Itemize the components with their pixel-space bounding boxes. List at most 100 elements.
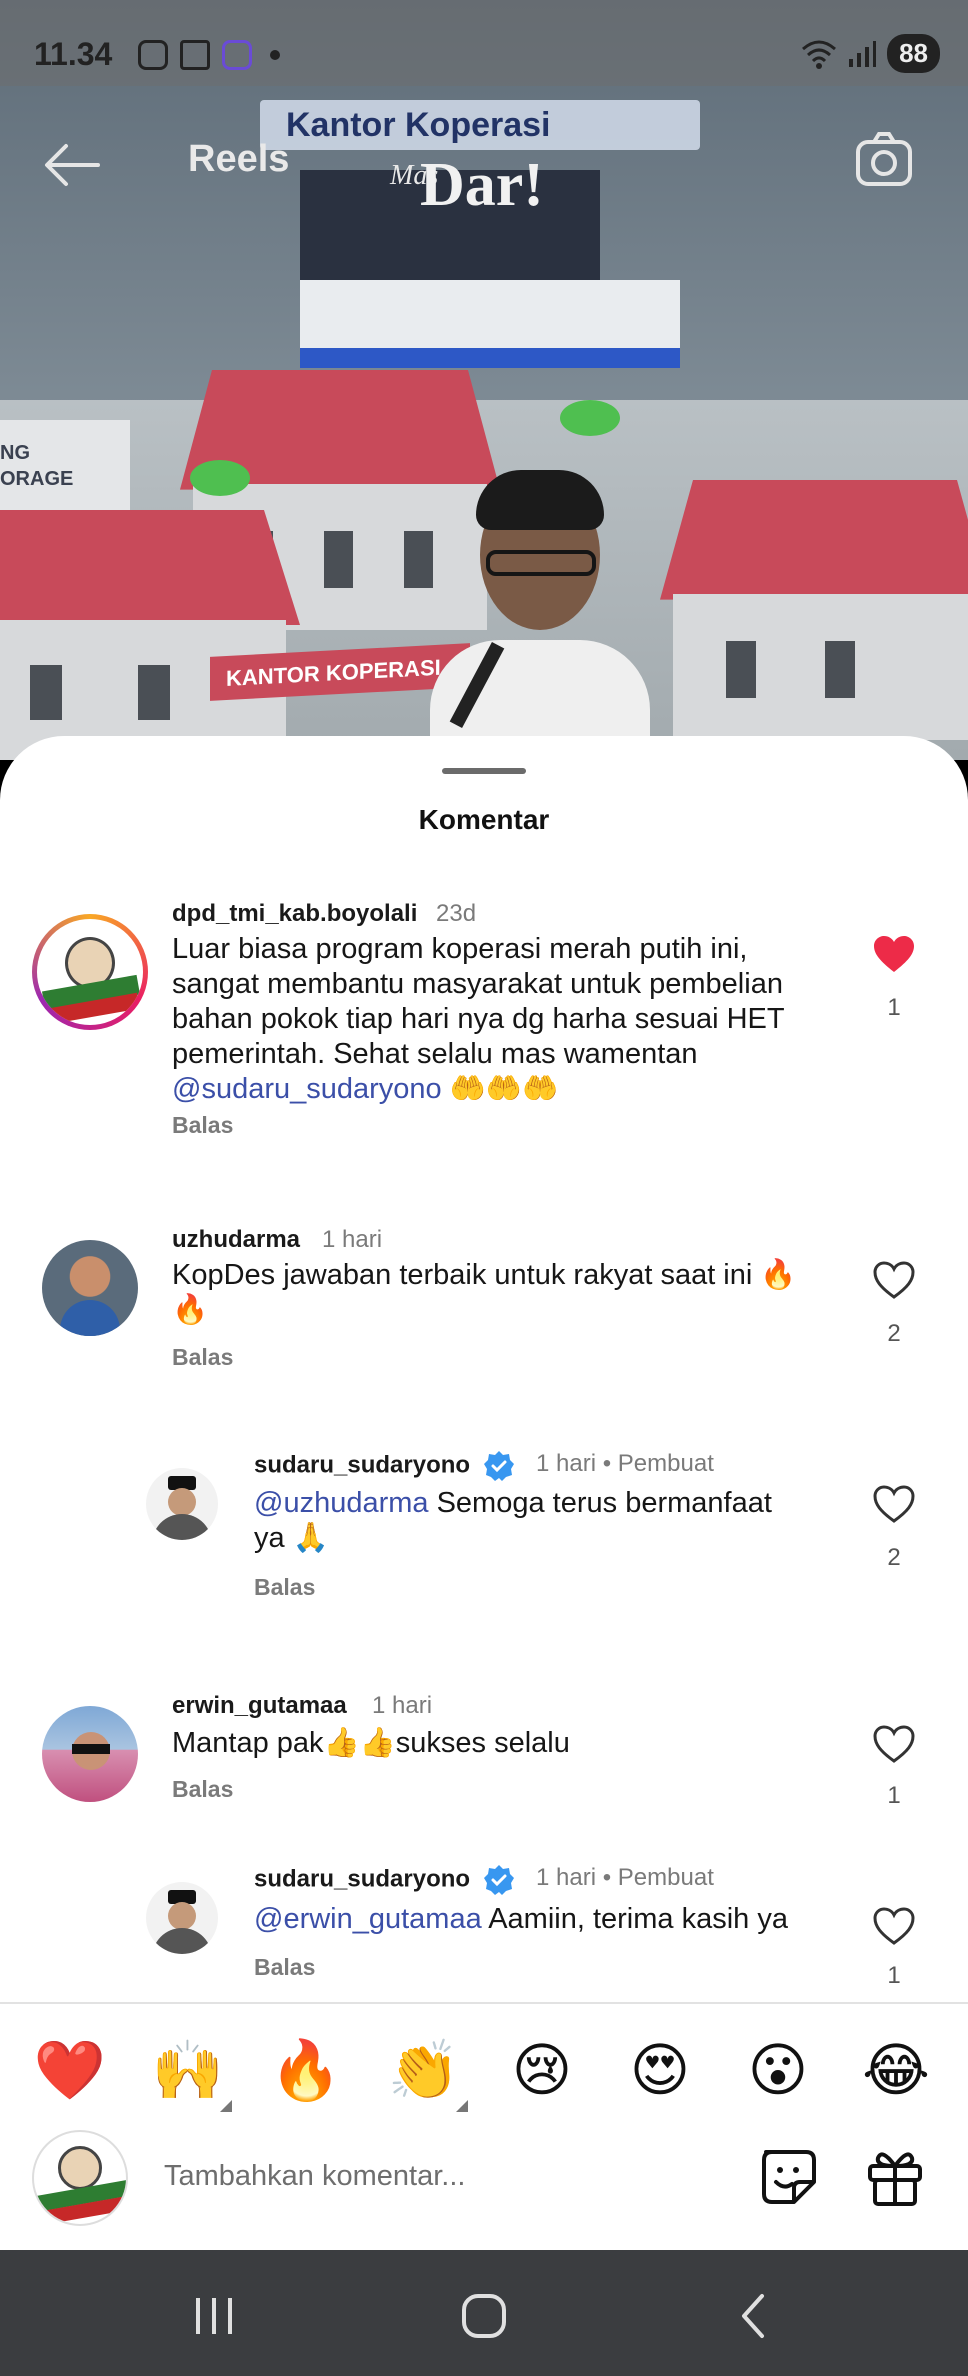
heart-outline-icon[interactable] bbox=[872, 1260, 916, 1300]
comment-text: KopDes jawaban terbaik untuk rakyat saat… bbox=[172, 1258, 852, 1328]
comment-time: 1 hari bbox=[322, 1226, 383, 1253]
status-system-icons: 88 bbox=[801, 34, 940, 73]
status-bar: 11.34 88 bbox=[0, 0, 968, 86]
back-icon[interactable] bbox=[724, 2286, 784, 2346]
reply-button[interactable]: Balas bbox=[172, 1112, 233, 1139]
comment-username[interactable]: dpd_tmi_kab.boyolali bbox=[172, 900, 417, 928]
video-sign-base bbox=[300, 280, 680, 348]
emoji-laughing-button[interactable]: 😂 bbox=[858, 2032, 934, 2108]
reply-button[interactable]: Balas bbox=[172, 1776, 233, 1803]
system-navigation-bar bbox=[0, 2250, 968, 2376]
verified-badge-icon bbox=[483, 1865, 514, 1895]
reel-video[interactable]: Kantor Koperasi Mas Dar! NG ORAGE KANTOR… bbox=[0, 0, 968, 760]
emoji-fire-button[interactable]: 🔥 bbox=[268, 2032, 344, 2108]
comment-text-line: KopDes jawaban terbaik untuk rakyat saat… bbox=[172, 1259, 797, 1291]
comment-text-line: ya 🙏 bbox=[254, 1522, 329, 1554]
instagram-icon bbox=[138, 40, 168, 70]
screenshot-icon bbox=[180, 40, 210, 70]
avatar[interactable] bbox=[146, 1882, 218, 1954]
comment-mention[interactable]: @erwin_gutamaa bbox=[254, 1903, 482, 1935]
emoji-glyph: 🙌 bbox=[151, 2036, 225, 2104]
comment-username-text: sudaru_sudaryono bbox=[254, 1451, 471, 1479]
comment-username[interactable]: uzhudarma bbox=[172, 1226, 300, 1254]
reply-item: sudaru_sudaryono 1 hari • Pembuat @uzhud… bbox=[0, 1444, 968, 1600]
skin-tone-indicator bbox=[456, 2100, 468, 2112]
avatar bbox=[32, 2130, 128, 2226]
avatar[interactable] bbox=[42, 1240, 138, 1336]
reply-button[interactable]: Balas bbox=[172, 1344, 233, 1371]
arrow-left-icon[interactable] bbox=[42, 140, 102, 190]
heart-outline-icon[interactable] bbox=[872, 1724, 916, 1764]
comment-username[interactable]: sudaru_sudaryono bbox=[254, 1450, 515, 1482]
emoji-clapping-button[interactable]: 👏 bbox=[386, 2032, 468, 2112]
comment-text-line: Mantap pak👍👍sukses selalu bbox=[172, 1727, 570, 1759]
heart-filled-icon[interactable] bbox=[872, 934, 916, 974]
reply-button[interactable]: Balas bbox=[254, 1574, 315, 1601]
verified-badge-icon bbox=[483, 1451, 514, 1481]
emoji-crying-button[interactable]: 😢 bbox=[504, 2032, 580, 2108]
recent-apps-icon[interactable] bbox=[184, 2286, 244, 2346]
avatar[interactable] bbox=[42, 1706, 138, 1802]
sticker-icon[interactable] bbox=[756, 2144, 822, 2210]
avatar[interactable] bbox=[146, 1468, 218, 1540]
comment-composer-area: ❤️ 🙌 🔥 👏 😢 😍 😮 😂 bbox=[0, 2002, 968, 2250]
battery-indicator: 88 bbox=[887, 34, 940, 73]
signal-icon bbox=[849, 40, 877, 67]
comment-text-line: bahan pokok tiap hari nya dg harha sesua… bbox=[172, 1003, 785, 1035]
video-speaker bbox=[430, 470, 650, 760]
emoji-raising-hands-button[interactable]: 🙌 bbox=[150, 2032, 232, 2112]
avatar[interactable] bbox=[32, 914, 148, 1030]
heart-outline-icon[interactable] bbox=[872, 1906, 916, 1946]
heart-outline-icon[interactable] bbox=[872, 1484, 916, 1524]
video-banner-text: Kantor Koperasi bbox=[286, 106, 551, 144]
emoji-heart-button[interactable]: ❤️ bbox=[32, 2032, 108, 2108]
gift-icon[interactable] bbox=[862, 2144, 928, 2210]
video-tree-2 bbox=[560, 400, 620, 436]
sheet-title: Komentar bbox=[418, 804, 550, 835]
comment-text-line: sangat membantu masyarakat untuk pembeli… bbox=[172, 968, 783, 1000]
video-banner: Kantor Koperasi bbox=[260, 100, 700, 150]
comment-time: 23d bbox=[436, 900, 477, 927]
video-storage-text: NG ORAGE bbox=[0, 442, 74, 490]
like-count: 1 bbox=[887, 1782, 901, 1809]
comment-text: Mantap pak👍👍sukses selalu bbox=[172, 1726, 852, 1761]
quick-emoji-bar: ❤️ 🙌 🔥 👏 😢 😍 😮 😂 bbox=[0, 2032, 968, 2112]
status-time: 11.34 bbox=[34, 36, 113, 72]
like-count: 2 bbox=[887, 1320, 901, 1347]
video-house-2 bbox=[0, 510, 300, 760]
comment-input[interactable] bbox=[164, 2154, 704, 2198]
comment-time: 1 hari • Pembuat bbox=[536, 1450, 714, 1477]
comment-item: dpd_tmi_kab.boyolali 23d Luar biasa prog… bbox=[0, 894, 968, 1138]
comment-time-text: 1 hari bbox=[536, 1450, 597, 1477]
comment-mention[interactable]: @uzhudarma bbox=[254, 1487, 429, 1519]
emoji-surprised-button[interactable]: 😮 bbox=[740, 2032, 816, 2108]
comment-text-line: Aamiin, terima kasih ya bbox=[481, 1903, 788, 1935]
reply-item: sudaru_sudaryono 1 hari • Pembuat @erwin… bbox=[0, 1862, 968, 2002]
like-count: 1 bbox=[887, 1962, 901, 1989]
comment-text: Luar biasa program koperasi merah putih … bbox=[172, 932, 852, 1107]
comment-time-text: 1 hari bbox=[536, 1864, 597, 1891]
video-tree-1 bbox=[190, 460, 250, 496]
comment-item: uzhudarma 1 hari KopDes jawaban terbaik … bbox=[0, 1220, 968, 1370]
reply-button[interactable]: Balas bbox=[254, 1954, 315, 1981]
reels-title: Reels bbox=[188, 138, 290, 180]
emoji-glyph: 👏 bbox=[387, 2036, 461, 2104]
home-icon[interactable] bbox=[454, 2286, 514, 2346]
comment-text-line: 🔥 bbox=[172, 1294, 209, 1326]
emoji-heart-eyes-button[interactable]: 😍 bbox=[622, 2032, 698, 2108]
app-cube-icon bbox=[222, 40, 252, 70]
sheet-drag-handle[interactable] bbox=[442, 768, 526, 774]
wifi-icon bbox=[802, 40, 837, 69]
comment-username[interactable]: erwin_gutamaa bbox=[172, 1692, 347, 1720]
skin-tone-indicator bbox=[220, 2100, 232, 2112]
comment-username[interactable]: sudaru_sudaryono bbox=[254, 1864, 515, 1896]
status-notification-icons bbox=[138, 40, 280, 70]
video-logo: Dar! bbox=[420, 151, 544, 219]
comment-text-line: Luar biasa program koperasi merah putih … bbox=[172, 933, 748, 965]
video-sign-stripe bbox=[300, 348, 680, 368]
comment-mention[interactable]: @sudaru_sudaryono bbox=[172, 1073, 442, 1105]
creator-label: Pembuat bbox=[617, 1864, 714, 1891]
camera-icon[interactable] bbox=[852, 128, 916, 192]
comment-text: @erwin_gutamaa Aamiin, terima kasih ya bbox=[254, 1902, 834, 1937]
like-count: 2 bbox=[887, 1544, 901, 1571]
